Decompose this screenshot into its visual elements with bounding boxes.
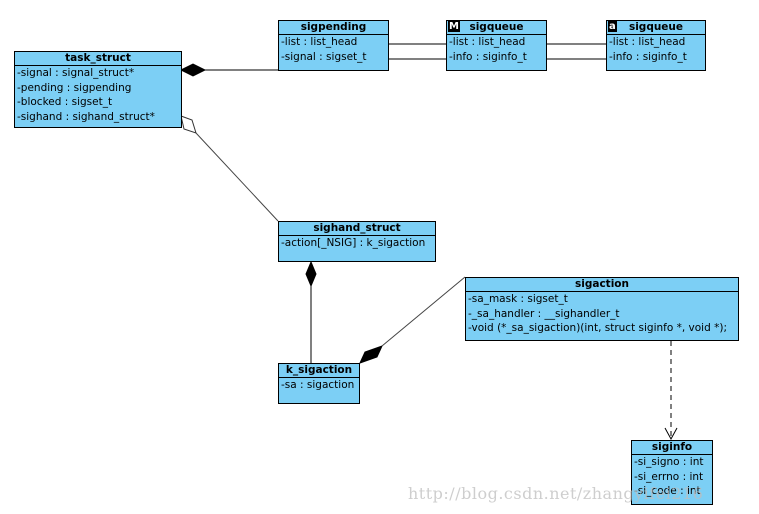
class-name: sigaction: [466, 278, 738, 292]
class-header: a sigqueue: [607, 21, 705, 35]
attribute: -signal : sigset_t: [281, 50, 367, 63]
composition-diamond-icon: [179, 63, 207, 77]
composition-diamond-icon: [359, 345, 383, 364]
class-name: siginfo: [632, 441, 712, 455]
class-name: task_struct: [15, 52, 181, 66]
class-name: sigpending: [279, 21, 388, 35]
aggregation-line-task-sighand: [195, 132, 279, 222]
class-k-sigaction[interactable]: k_sigaction -sa : sigaction: [278, 363, 360, 404]
attribute: -_sa_handler : __sighandler_t: [468, 307, 620, 320]
attribute: -sa : sigaction: [281, 379, 355, 391]
attribute: -si_errno : int: [634, 470, 704, 483]
attribute: -list : list_head: [609, 36, 686, 48]
composition-line-ksig-sigaction: [381, 276, 466, 347]
attribute: -pending : sigpending: [17, 81, 132, 94]
m-badge-icon: M: [448, 21, 460, 32]
class-name: sighand_struct: [279, 222, 435, 236]
attribute: -void (*_sa_sigaction)(int, struct sigin…: [468, 322, 727, 334]
class-sigpending[interactable]: sigpending -list : list_head -signal : s…: [278, 20, 389, 71]
watermark: http://blog.csdn.net/zhangyifei216: [408, 484, 704, 503]
composition-diamond-icon: [305, 260, 317, 288]
a-badge-icon: a: [608, 21, 617, 32]
attribute: -info : siginfo_t: [609, 50, 687, 63]
attribute: -action[_NSIG] : k_sigaction: [281, 237, 426, 249]
attribute: -blocked : sigset_t: [17, 96, 113, 108]
attribute: -sa_mask : sigset_t: [468, 293, 568, 305]
class-sigqueue-m[interactable]: M sigqueue -list : list_head -info : sig…: [446, 20, 547, 71]
class-task-struct[interactable]: task_struct -signal : signal_struct* -pe…: [14, 51, 182, 128]
attribute: -list : list_head: [281, 36, 358, 48]
attribute: -list : list_head: [449, 36, 526, 48]
attribute: -info : siginfo_t: [449, 50, 527, 63]
class-sigqueue-a[interactable]: a sigqueue -list : list_head -info : sig…: [606, 20, 706, 71]
attribute: -sighand : sighand_struct*: [17, 110, 155, 123]
attribute: -si_signo : int: [634, 456, 704, 468]
attribute: -signal : signal_struct*: [17, 67, 135, 79]
aggregation-diamond-icon: [180, 115, 197, 134]
class-sigaction[interactable]: sigaction -sa_mask : sigset_t -_sa_handl…: [465, 277, 739, 341]
class-name: sigqueue: [628, 21, 684, 33]
class-name: k_sigaction: [279, 364, 359, 378]
class-name: sigqueue: [469, 21, 524, 33]
class-header: M sigqueue: [447, 21, 546, 35]
class-sighand-struct[interactable]: sighand_struct -action[_NSIG] : k_sigact…: [278, 221, 436, 262]
